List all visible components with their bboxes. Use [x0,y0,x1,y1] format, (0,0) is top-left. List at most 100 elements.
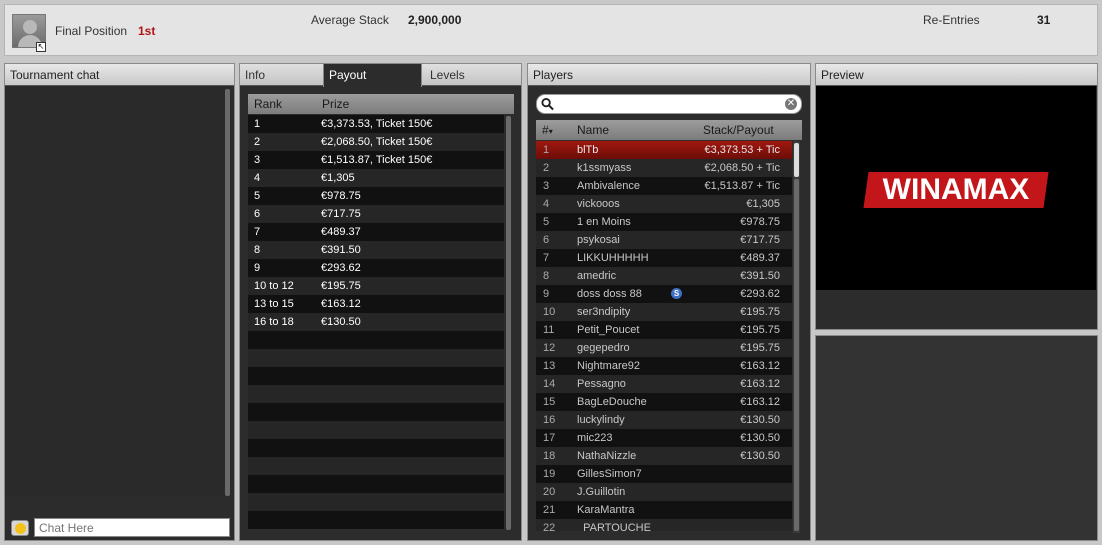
table-row[interactable]: 1 blTb €3,373.53 + Tic [536,141,792,159]
rank-cell: 16 to 18 [254,316,294,328]
number-column-header[interactable]: #▾ [542,123,553,137]
preview-title: Preview [816,64,1097,86]
player-number: 11 [543,324,555,336]
prize-cell: €1,305 [321,172,355,184]
stack-column-header[interactable]: Stack/Payout [703,123,774,137]
player-payout: €1,305 [746,198,780,210]
player-search-input[interactable]: ✕ [536,94,802,114]
player-name: gegepedro [577,342,630,354]
table-row [248,493,504,511]
table-row[interactable]: 16 luckylindy €130.50 [536,411,792,429]
final-position-label: Final Position [55,24,128,38]
table-row[interactable]: 4 vickooos €1,305 [536,195,792,213]
number-header-label: # [542,123,549,137]
player-name: doss doss 88 [577,288,642,300]
table-row[interactable]: 14 Pessagno €163.12 [536,375,792,393]
table-row[interactable]: 2 k1ssmyass €2,068.50 + Tic [536,159,792,177]
name-column-header[interactable]: Name [577,123,609,137]
table-row[interactable]: 12 gegepedro €195.75 [536,339,792,357]
chat-messages-area [5,86,229,496]
avatar-head-icon [23,20,37,34]
table-row: 4 €1,305 [248,169,504,187]
player-name: mic223 [577,432,613,444]
player-payout: €130.50 [740,432,780,444]
table-row: 9 €293.62 [248,259,504,277]
table-row[interactable]: 13 Nightmare92 €163.12 [536,357,792,375]
payout-table: 1 €3,373.53, Ticket 150€ 2 €2,068.50, Ticke… [248,115,504,529]
player-payout: €717.75 [740,234,780,246]
table-row[interactable]: 9 doss doss 88 €293.62 S [536,285,792,303]
chat-scrollbar[interactable] [225,89,230,496]
table-row[interactable]: 21 KaraMantra [536,501,792,519]
table-row [248,331,504,349]
table-row[interactable]: 10 ser3ndipity €195.75 [536,303,792,321]
table-row[interactable]: 18 NathaNizzle €130.50 [536,447,792,465]
player-number: 15 [543,396,556,408]
rank-cell: 2 [254,136,261,148]
player-name: J.Guillotin [577,486,626,498]
player-name: Pessagno [577,378,626,390]
table-row[interactable]: 3 Ambivalence €1,513.87 + Tic [536,177,792,195]
player-payout: €130.50 [740,414,780,426]
player-name: vickooos [577,198,620,210]
table-row[interactable]: 20 J.Guillotin [536,483,792,501]
players-table: 1 blTb €3,373.53 + Tic 2 k1ssmyass €2,068.50 … [536,141,792,531]
player-number: 19 [543,468,556,480]
players-scrollbar-thumb[interactable] [794,143,799,177]
player-name: ser3ndipity [577,306,631,318]
table-row [248,439,504,457]
table-row[interactable]: 17 mic223 €130.50 [536,429,792,447]
prize-cell: €1,513.87, Ticket 150€ [321,154,433,166]
player-number: 8 [543,270,550,282]
table-row[interactable]: 6 psykosai €717.75 [536,231,792,249]
player-payout: €1,513.87 + Tic [704,180,780,192]
player-number: 9 [543,288,550,300]
player-payout: €3,373.53 + Tic [704,144,780,156]
tab-payout[interactable]: Payout [323,63,422,87]
rank-cell: 10 to 12 [254,280,294,292]
table-row[interactable]: 19 GillesSimon7 [536,465,792,483]
tab-info[interactable]: Info [240,64,322,86]
player-name: amedric [577,270,617,282]
player-number: 20 [543,486,556,498]
player-name: psykosai [577,234,620,246]
prize-cell: €3,373.53, Ticket 150€ [321,118,433,130]
table-row [248,457,504,475]
tournament-chat-panel: Tournament chat [4,63,235,541]
table-row: 1 €3,373.53, Ticket 150€ [248,115,504,133]
table-row: 10 to 12 €195.75 [248,277,504,295]
player-payout: €163.12 [740,396,780,408]
player-payout: €489.37 [740,252,780,264]
prize-cell: €293.62 [321,262,361,274]
table-row[interactable]: 5 1 en Moins €978.75 [536,213,792,231]
prize-cell: €978.75 [321,190,361,202]
table-row[interactable]: 11 Petit_Poucet €195.75 [536,321,792,339]
table-row[interactable]: 15 BagLeDouche €163.12 [536,393,792,411]
expand-arrow-icon[interactable]: ↖ [36,42,46,52]
rank-column-header[interactable]: Rank [254,97,282,111]
prize-cell: €130.50 [321,316,361,328]
tab-levels[interactable]: Levels [425,64,522,86]
table-row[interactable]: 7 LIKKUHHHHH €489.37 [536,249,792,267]
smiley-button[interactable] [11,520,29,536]
table-row [248,367,504,385]
table-row[interactable]: 8 amedric €391.50 [536,267,792,285]
player-number: 7 [543,252,550,264]
table-row: 8 €391.50 [248,241,504,259]
prize-column-header[interactable]: Prize [322,97,349,111]
table-row: 3 €1,513.87, Ticket 150€ [248,151,504,169]
prize-cell: €717.75 [321,208,361,220]
table-row: 13 to 15 €163.12 [248,295,504,313]
chat-input[interactable] [34,518,230,537]
player-number: 17 [543,432,556,444]
player-number: 21 [543,504,556,516]
final-position-value: 1st [138,24,156,38]
player-payout: €195.75 [740,324,780,336]
clear-icon[interactable]: ✕ [785,98,797,110]
player-number: 16 [543,414,556,426]
players-scrollbar-rail[interactable] [794,179,799,531]
payout-scrollbar[interactable] [506,116,511,530]
player-number: 6 [543,234,550,246]
chat-input-row [5,517,235,539]
table-row[interactable]: 22 _PARTOUCHE [536,519,792,531]
